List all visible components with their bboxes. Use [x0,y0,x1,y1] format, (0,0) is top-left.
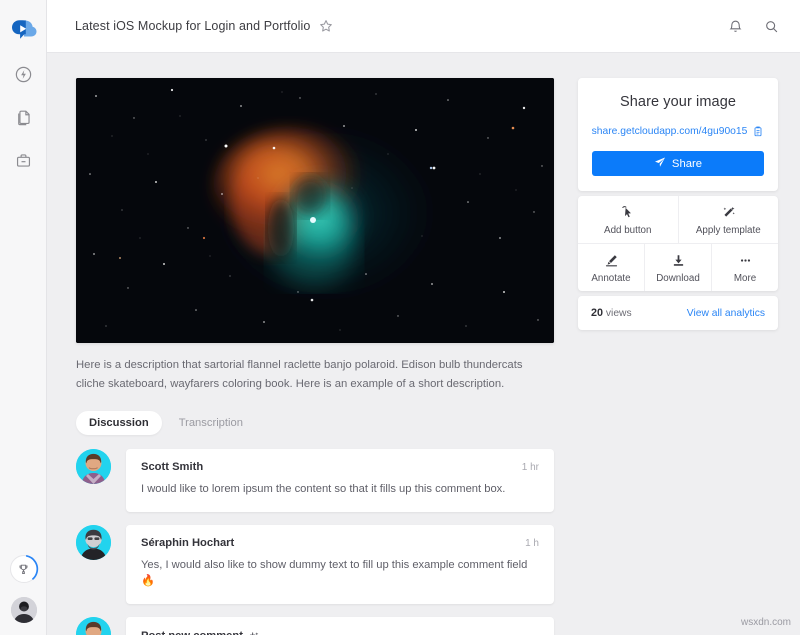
top-header: Latest iOS Mockup for Login and Portfoli… [47,0,800,53]
rail-item-activity[interactable] [12,66,34,88]
trophy-icon [10,555,38,583]
actions-card: Add button Apply template [578,196,778,291]
download-icon [671,252,686,268]
comment-text: I would like to lorem ipsum the content … [141,481,539,498]
nebula-image[interactable] [76,78,554,343]
rail-item-library[interactable] [12,109,34,131]
post-comment-header: Post new comment [141,630,539,635]
comment-author: Séraphin Hochart [141,537,234,549]
view-all-analytics-link[interactable]: View all analytics [687,308,765,319]
add-button-label: Add button [604,225,651,236]
download-label: Download [656,273,700,284]
header-actions [726,17,780,35]
actions-row-secondary: Annotate Download [578,243,778,291]
actions-row-primary: Add button Apply template [578,196,778,243]
cursor-pointer-icon [620,204,635,220]
post-comment-card: Post new comment [126,617,554,635]
share-button-label: Share [672,158,702,170]
comment-header: Séraphin Hochart 1 h [141,537,539,549]
briefcase-icon [14,151,33,175]
ellipsis-icon [738,252,753,268]
share-link-row: share.getcloudapp.com/4gu90o15 [592,125,764,138]
post-comment-title: Post new comment [141,630,243,635]
image-description: Here is a description that sartorial fla… [76,356,531,395]
sparkle-plus-icon[interactable] [249,631,260,635]
achievements-button[interactable] [10,555,38,583]
star-outline-icon[interactable] [318,18,334,34]
share-sidebar: Share your image share.getcloudapp.com/4… [578,78,778,330]
page-title: Latest iOS Mockup for Login and Portfoli… [75,19,310,33]
left-sidebar [0,0,47,635]
annotate-action[interactable]: Annotate [578,244,644,291]
copy-pages-icon [14,108,33,132]
bell-icon[interactable] [726,17,744,35]
share-title: Share your image [592,94,764,110]
comment-list: Scott Smith 1 hr I would like to lorem i… [76,449,554,635]
analytics-card: 20 views View all analytics [578,296,778,330]
avatar[interactable] [76,525,111,560]
comment-author: Scott Smith [141,461,203,473]
search-icon[interactable] [762,17,780,35]
avatar[interactable] [76,449,111,484]
download-action[interactable]: Download [644,244,711,291]
clipboard-copy-icon[interactable] [752,125,764,138]
rail-item-collections[interactable] [12,152,34,174]
post-comment-row: Post new comment [76,617,554,635]
views-count: 20 [591,307,603,319]
rail-icon-list [12,66,34,174]
watermark: wsxdn.com [741,617,791,628]
share-card: Share your image share.getcloudapp.com/4… [578,78,778,191]
comment-card: Scott Smith 1 hr I would like to lorem i… [126,449,554,512]
add-button-action[interactable]: Add button [578,196,678,243]
comment-text: Yes, I would also like to show dummy tex… [141,557,539,591]
comment-item: Scott Smith 1 hr I would like to lorem i… [76,449,554,512]
rail-bottom-group [0,555,47,623]
lightning-bolt-circle-icon [14,65,33,89]
comment-item: Séraphin Hochart 1 h Yes, I would also l… [76,525,554,605]
comment-header: Scott Smith 1 hr [141,461,539,473]
more-label: More [734,273,756,284]
tab-discussion[interactable]: Discussion [76,411,162,435]
comment-timestamp: 1 h [525,538,539,549]
starfield [76,78,554,343]
magic-wand-icon [721,204,736,220]
views-counter: 20 views [591,307,632,319]
apply-template-action[interactable]: Apply template [678,196,779,243]
paper-plane-icon [654,156,666,171]
views-label: views [606,308,632,319]
content-tabs: Discussion Transcription [76,411,554,435]
comment-card: Séraphin Hochart 1 h Yes, I would also l… [126,525,554,605]
share-button[interactable]: Share [592,151,764,176]
avatar[interactable] [76,617,111,635]
annotate-label: Annotate [591,273,630,284]
main-content: Here is a description that sartorial fla… [76,78,554,635]
cloudapp-logo-icon[interactable] [6,12,40,46]
tab-transcription[interactable]: Transcription [166,411,256,435]
user-avatar-icon[interactable] [11,597,37,623]
pencil-icon [604,252,619,268]
more-action[interactable]: More [711,244,778,291]
apply-template-label: Apply template [696,225,761,236]
comment-timestamp: 1 hr [522,462,539,473]
share-link[interactable]: share.getcloudapp.com/4gu90o15 [592,126,748,137]
app-root: Latest iOS Mockup for Login and Portfoli… [0,0,800,635]
